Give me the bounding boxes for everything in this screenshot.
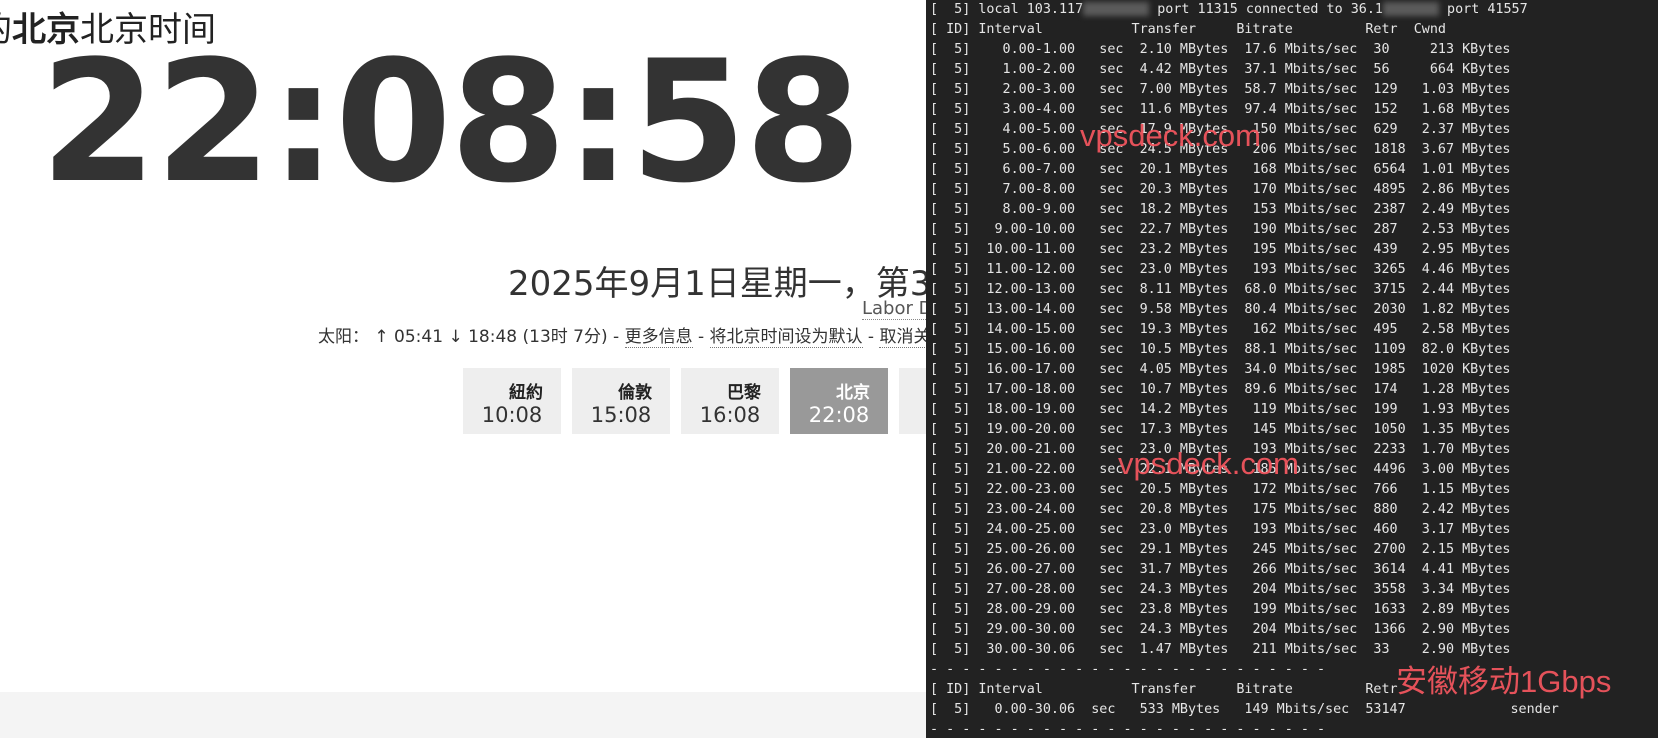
connect-suffix: port 41557	[1438, 2, 1528, 17]
iperf-row: [ 5] 16.00-17.00 sec 4.05 MBytes 34.0 Mb…	[930, 362, 1511, 377]
iperf-row: [ 5] 23.00-24.00 sec 20.8 MBytes 175 Mbi…	[930, 502, 1511, 517]
current-time-display: 22:08:58	[40, 24, 862, 220]
iperf-row: [ 5] 15.00-16.00 sec 10.5 MBytes 88.1 Mb…	[930, 342, 1511, 357]
city-time: 16:08	[699, 403, 761, 427]
city-time: 10:08	[481, 403, 543, 427]
iperf-row: [ 5] 4.00-5.00 sec 17.9 MBytes 150 Mbits…	[930, 122, 1511, 137]
title-prefix: 的	[0, 10, 12, 50]
iperf-row: [ 5] 6.00-7.00 sec 20.1 MBytes 168 Mbits…	[930, 162, 1511, 177]
city-name: 倫敦	[618, 383, 652, 403]
iperf-row: [ 5] 14.00-15.00 sec 19.3 MBytes 162 Mbi…	[930, 322, 1511, 337]
iperf-row: [ 5] 8.00-9.00 sec 18.2 MBytes 153 Mbits…	[930, 202, 1511, 217]
terminal-window[interactable]: [ 5] local 103.117 port 11315 connected …	[926, 0, 1658, 738]
city-tile-paris[interactable]: 巴黎 16:08	[681, 368, 779, 434]
city-tile-beijing[interactable]: 北京 22:08	[790, 368, 888, 434]
summary-line: [ 5] 0.00-30.06 sec 533 MBytes 149 Mbits…	[930, 702, 1559, 717]
watermark-site-mid: vpsdeck.com	[1118, 446, 1299, 481]
sunrise-time: ↑ 05:41	[374, 327, 444, 347]
connect-mid: port 11315 connected to 36.1	[1149, 2, 1383, 17]
bottom-dash-line: - - - - - - - - - - - - - - - - - - - - …	[930, 722, 1326, 737]
watermark-label: 安徽移动1Gbps	[1396, 664, 1612, 699]
iperf-row: [ 5] 24.00-25.00 sec 23.0 MBytes 193 Mbi…	[930, 522, 1511, 537]
iperf-row: [ 5] 2.00-3.00 sec 7.00 MBytes 58.7 Mbit…	[930, 82, 1511, 97]
more-info-link[interactable]: 更多信息	[624, 327, 693, 348]
iperf-row: [ 5] 7.00-8.00 sec 20.3 MBytes 170 Mbits…	[930, 182, 1511, 197]
sun-info-line: 太阳： ↑ 05:41 ↓ 18:48 (13时 7分) - 更多信息 - 将北…	[318, 322, 948, 348]
iperf-row: [ 5] 0.00-1.00 sec 2.10 MBytes 17.6 Mbit…	[930, 42, 1511, 57]
connect-prefix: [ 5] local 103.117	[930, 2, 1084, 17]
iperf-row: [ 5] 18.00-19.00 sec 14.2 MBytes 119 Mbi…	[930, 402, 1511, 417]
set-default-link[interactable]: 将北京时间设为默认	[709, 327, 863, 348]
connect-line: [ 5] local 103.117 port 11315 connected …	[926, 0, 1658, 20]
city-name: 北京	[836, 383, 870, 403]
city-time: 15:08	[590, 403, 652, 427]
iperf-rows: [ 5] 0.00-1.00 sec 2.10 MBytes 17.6 Mbit…	[926, 40, 1658, 660]
city-tile-london[interactable]: 倫敦 15:08	[572, 368, 670, 434]
city-time: 22:08	[808, 403, 870, 427]
separator: -	[692, 327, 710, 347]
daylight-duration: (13时 7分)	[522, 327, 608, 347]
iperf-row: [ 5] 11.00-12.00 sec 23.0 MBytes 193 Mbi…	[930, 262, 1511, 277]
redacted-ip	[1382, 2, 1439, 16]
separator: -	[607, 327, 625, 347]
page-footer-band	[0, 692, 930, 738]
city-name: 巴黎	[727, 383, 761, 403]
iperf-row: [ 5] 10.00-11.00 sec 23.2 MBytes 195 Mbi…	[930, 242, 1511, 257]
redacted-ip	[1083, 2, 1150, 16]
iperf-row: [ 5] 3.00-4.00 sec 11.6 MBytes 97.4 Mbit…	[930, 102, 1511, 117]
iperf-row: [ 5] 28.00-29.00 sec 23.8 MBytes 199 Mbi…	[930, 602, 1511, 617]
iperf-row: [ 5] 22.00-23.00 sec 20.5 MBytes 172 Mbi…	[930, 482, 1511, 497]
city-tiles: 紐約 10:08 倫敦 15:08 巴黎 16:08 北京 22:08 2	[463, 368, 997, 434]
holiday-link[interactable]: Labor D	[862, 298, 933, 320]
city-name: 紐約	[509, 383, 543, 403]
iperf-row: [ 5] 17.00-18.00 sec 10.7 MBytes 89.6 Mb…	[930, 382, 1511, 397]
table-header: [ ID] Interval Transfer Bitrate Retr Cwn…	[930, 22, 1446, 37]
iperf-row: [ 5] 5.00-6.00 sec 24.5 MBytes 206 Mbits…	[930, 142, 1511, 157]
sunset-time: ↓ 18:48	[448, 327, 518, 347]
iperf-row: [ 5] 9.00-10.00 sec 22.7 MBytes 190 Mbit…	[930, 222, 1511, 237]
iperf-row: [ 5] 1.00-2.00 sec 4.42 MBytes 37.1 Mbit…	[930, 62, 1511, 77]
separator: -	[862, 327, 880, 347]
iperf-row: [ 5] 29.00-30.00 sec 24.3 MBytes 204 Mbi…	[930, 622, 1511, 637]
iperf-row: [ 5] 26.00-27.00 sec 31.7 MBytes 266 Mbi…	[930, 562, 1511, 577]
iperf-row: [ 5] 19.00-20.00 sec 17.3 MBytes 145 Mbi…	[930, 422, 1511, 437]
iperf-row: [ 5] 13.00-14.00 sec 9.58 MBytes 80.4 Mb…	[930, 302, 1511, 317]
watermark-site-top: vpsdeck.com	[1080, 118, 1261, 153]
iperf-row: [ 5] 27.00-28.00 sec 24.3 MBytes 204 Mbi…	[930, 582, 1511, 597]
sun-label: 太阳：	[318, 327, 369, 347]
iperf-row: [ 5] 25.00-26.00 sec 29.1 MBytes 245 Mbi…	[930, 542, 1511, 557]
iperf-row: [ 5] 12.00-13.00 sec 8.11 MBytes 68.0 Mb…	[930, 282, 1511, 297]
city-tile-new-york[interactable]: 紐約 10:08	[463, 368, 561, 434]
